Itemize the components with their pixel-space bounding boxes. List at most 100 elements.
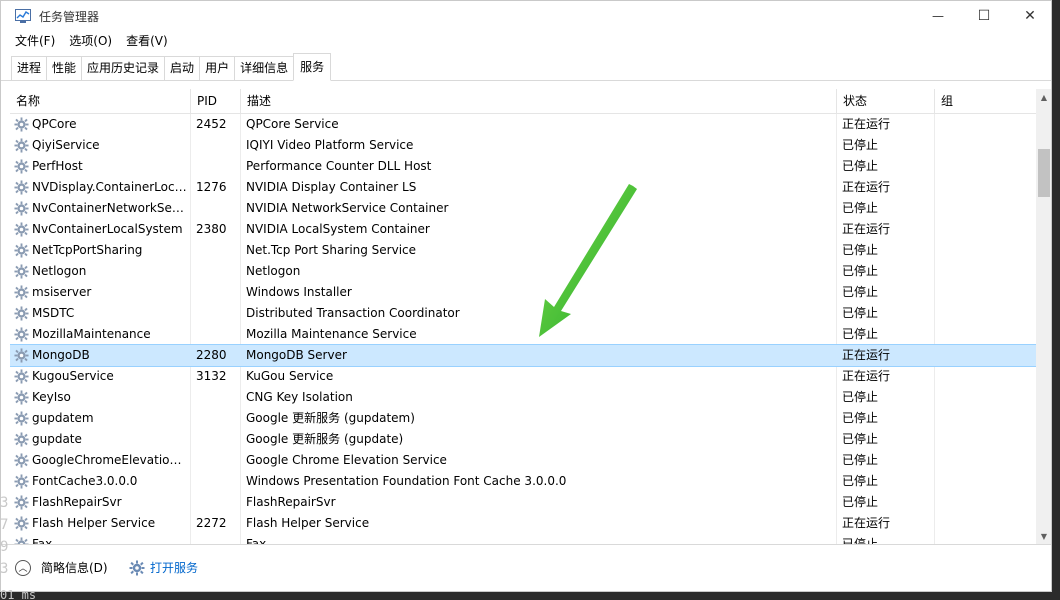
table-row[interactable]: Netlogon Netlogon 已停止 bbox=[10, 261, 1036, 282]
service-group bbox=[940, 324, 1030, 345]
gear-icon bbox=[14, 306, 29, 321]
close-button[interactable]: ✕ bbox=[1007, 1, 1051, 31]
table-body: QPCore 2452 QPCore Service 正在运行 QiyiServ… bbox=[10, 114, 1036, 544]
table-header: 名称 PID 描述 状态 组 ˄ bbox=[10, 89, 1036, 114]
table-row[interactable]: QiyiService IQIYI Video Platform Service… bbox=[10, 135, 1036, 156]
service-description: NVIDIA LocalSystem Container bbox=[246, 222, 430, 236]
gear-icon bbox=[14, 369, 29, 384]
table-row[interactable]: Fax Fax 已停止 bbox=[10, 534, 1036, 544]
service-description: NVIDIA NetworkService Container bbox=[246, 201, 449, 215]
service-pid bbox=[196, 198, 236, 219]
gear-icon bbox=[14, 348, 29, 363]
table-row[interactable]: GoogleChromeElevation… Google Chrome Ele… bbox=[10, 450, 1036, 471]
services-table: 名称 PID 描述 状态 组 ˄ QPCore 2452 QPCore Serv… bbox=[10, 89, 1036, 544]
tab-processes[interactable]: 进程 bbox=[11, 56, 48, 80]
service-pid bbox=[196, 240, 236, 261]
table-row[interactable]: KeyIso CNG Key Isolation 已停止 bbox=[10, 387, 1036, 408]
console-char: 7 bbox=[0, 517, 9, 533]
menu-view[interactable]: 查看(V) bbox=[119, 31, 175, 52]
menu-options[interactable]: 选项(O) bbox=[62, 31, 119, 52]
menu-file[interactable]: 文件(F) bbox=[1, 31, 62, 52]
gear-icon bbox=[14, 537, 29, 544]
gear-icon bbox=[14, 390, 29, 405]
service-name: NvContainerLocalSystem bbox=[32, 222, 183, 236]
tab-performance[interactable]: 性能 bbox=[46, 56, 83, 80]
table-row[interactable]: NetTcpPortSharing Net.Tcp Port Sharing S… bbox=[10, 240, 1036, 261]
tab-details[interactable]: 详细信息 bbox=[234, 56, 295, 80]
service-group bbox=[940, 345, 1030, 366]
tab-app-history[interactable]: 应用历史记录 bbox=[81, 56, 166, 80]
task-manager-icon bbox=[15, 9, 31, 23]
service-pid bbox=[196, 135, 236, 156]
table-row[interactable]: msiserver Windows Installer 已停止 bbox=[10, 282, 1036, 303]
service-group bbox=[940, 450, 1030, 471]
table-row[interactable]: MongoDB 2280 MongoDB Server 正在运行 bbox=[10, 344, 1036, 367]
column-header-status[interactable]: 状态 bbox=[837, 89, 935, 113]
service-group bbox=[940, 303, 1030, 324]
service-status: 已停止 bbox=[842, 201, 879, 215]
gear-icon bbox=[14, 327, 29, 342]
table-row[interactable]: FontCache3.0.0.0 Windows Presentation Fo… bbox=[10, 471, 1036, 492]
table-row[interactable]: NvContainerLocalSystem 2380 NVIDIA Local… bbox=[10, 219, 1036, 240]
gear-icon bbox=[129, 560, 145, 575]
table-row[interactable]: gupdate Google 更新服务 (gupdate) 已停止 bbox=[10, 429, 1036, 450]
table-row[interactable]: KugouService 3132 KuGou Service 正在运行 bbox=[10, 366, 1036, 387]
column-header-description[interactable]: 描述 bbox=[241, 89, 837, 113]
tab-services[interactable]: 服务 bbox=[293, 53, 332, 81]
service-description: IQIYI Video Platform Service bbox=[246, 138, 414, 152]
service-description: FlashRepairSvr bbox=[246, 495, 336, 509]
table-row[interactable]: MozillaMaintenance Mozilla Maintenance S… bbox=[10, 324, 1036, 345]
table-row[interactable]: MSDTC Distributed Transaction Coordinato… bbox=[10, 303, 1036, 324]
table-row[interactable]: FlashRepairSvr FlashRepairSvr 已停止 bbox=[10, 492, 1036, 513]
service-name: Fax bbox=[32, 537, 53, 544]
vertical-scrollbar[interactable]: ▲ ▼ bbox=[1036, 89, 1051, 544]
service-name: FlashRepairSvr bbox=[32, 495, 122, 509]
service-pid bbox=[196, 156, 236, 177]
service-status: 已停止 bbox=[842, 159, 879, 173]
open-services-label: 打开服务 bbox=[150, 561, 199, 575]
service-status: 已停止 bbox=[842, 432, 879, 446]
service-name: MozillaMaintenance bbox=[32, 327, 151, 341]
service-status: 已停止 bbox=[842, 537, 879, 544]
window-title: 任务管理器 bbox=[39, 10, 100, 24]
table-row[interactable]: Flash Helper Service 2272 Flash Helper S… bbox=[10, 513, 1036, 534]
table-row[interactable]: NvContainerNetworkSer… NVIDIA NetworkSer… bbox=[10, 198, 1036, 219]
close-icon: ✕ bbox=[1024, 8, 1036, 24]
gear-icon bbox=[14, 222, 29, 237]
scrollbar-thumb[interactable] bbox=[1038, 149, 1050, 197]
table-row[interactable]: gupdatem Google 更新服务 (gupdatem) 已停止 bbox=[10, 408, 1036, 429]
service-description: Fax bbox=[246, 537, 267, 544]
scroll-up-icon[interactable]: ▲ bbox=[1036, 89, 1051, 105]
service-description: QPCore Service bbox=[246, 117, 339, 131]
service-group bbox=[940, 492, 1030, 513]
tab-users[interactable]: 用户 bbox=[199, 56, 236, 80]
service-group bbox=[940, 282, 1030, 303]
service-description: Windows Installer bbox=[246, 285, 352, 299]
service-status: 正在运行 bbox=[842, 222, 891, 236]
minimize-button[interactable]: — bbox=[915, 1, 961, 31]
scroll-down-icon[interactable]: ▼ bbox=[1036, 528, 1051, 544]
service-description: KuGou Service bbox=[246, 369, 334, 383]
table-row[interactable]: NVDisplay.ContainerLoc… 1276 NVIDIA Disp… bbox=[10, 177, 1036, 198]
tab-startup[interactable]: 启动 bbox=[164, 56, 201, 80]
fewer-details-button[interactable]: ︿ 简略信息(D) bbox=[15, 559, 108, 576]
service-group bbox=[940, 198, 1030, 219]
service-name: Netlogon bbox=[32, 264, 87, 278]
open-services-link[interactable]: 打开服务 bbox=[129, 559, 198, 576]
service-status: 正在运行 bbox=[842, 117, 891, 131]
service-status: 正在运行 bbox=[842, 516, 891, 530]
maximize-button[interactable]: ☐ bbox=[961, 1, 1007, 31]
service-group bbox=[940, 366, 1030, 387]
service-name: MongoDB bbox=[32, 348, 90, 362]
service-group bbox=[940, 219, 1030, 240]
column-header-pid[interactable]: PID bbox=[191, 89, 241, 113]
column-header-name[interactable]: 名称 bbox=[10, 89, 191, 113]
service-group bbox=[940, 471, 1030, 492]
service-name: Flash Helper Service bbox=[32, 516, 156, 530]
table-row[interactable]: PerfHost Performance Counter DLL Host 已停… bbox=[10, 156, 1036, 177]
column-header-group[interactable]: 组 bbox=[935, 89, 1036, 113]
service-group bbox=[940, 429, 1030, 450]
service-pid bbox=[196, 261, 236, 282]
table-row[interactable]: QPCore 2452 QPCore Service 正在运行 bbox=[10, 114, 1036, 135]
service-pid bbox=[196, 492, 236, 513]
